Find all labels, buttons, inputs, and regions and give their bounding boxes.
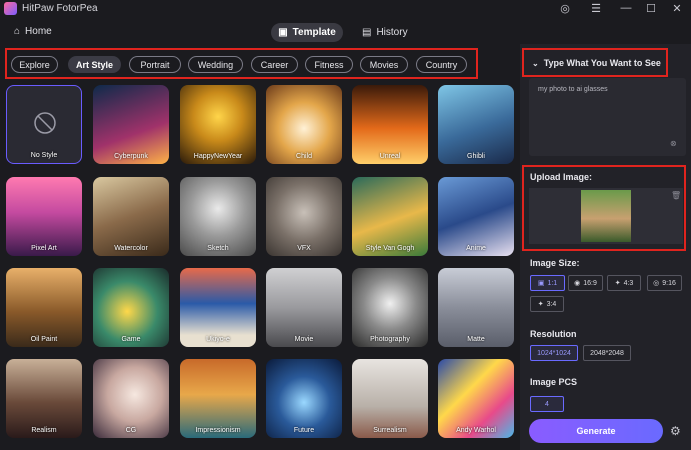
- tab-history[interactable]: ▤ History: [362, 23, 412, 42]
- size-4-3-button[interactable]: ✦ 4:3: [607, 275, 641, 291]
- category-movies[interactable]: Movies: [360, 56, 408, 73]
- style-tile-anime[interactable]: Anime: [438, 177, 514, 256]
- instagram-icon: ◎: [653, 280, 660, 287]
- settings-gear-icon[interactable]: ⚙: [670, 424, 681, 438]
- category-explore[interactable]: Explore: [11, 56, 58, 73]
- app-logo-icon: [4, 2, 17, 15]
- chevron-down-icon: ⌄: [532, 58, 539, 68]
- style-tile-watercolor[interactable]: Watercolor: [93, 177, 169, 256]
- style-tile-cyberpunk[interactable]: Cyberpunk: [93, 85, 169, 164]
- account-icon[interactable]: ◎: [558, 2, 572, 15]
- style-tile-pixel-art[interactable]: Pixel Art: [6, 177, 82, 256]
- upload-area[interactable]: 🗑: [529, 188, 683, 244]
- image-size-title: Image Size:: [530, 258, 580, 268]
- style-tile-style-van-gogh[interactable]: Style Van Gogh: [352, 177, 428, 256]
- category-wedding[interactable]: Wedding: [188, 56, 243, 73]
- size-3-4-button[interactable]: ✦ 3:4: [530, 296, 564, 312]
- prompt-text: my photo to ai glasses: [538, 86, 608, 93]
- style-tile-happynewyear[interactable]: HappyNewYear: [180, 85, 256, 164]
- style-tile-vfx[interactable]: VFX: [266, 177, 342, 256]
- upload-title: Upload Image:: [530, 172, 593, 182]
- style-tile-movie[interactable]: Movie: [266, 268, 342, 347]
- resolution-2048-button[interactable]: 2048*2048: [583, 345, 631, 361]
- style-tile-surrealism[interactable]: Surrealism: [352, 359, 428, 438]
- style-tile-matte[interactable]: Matte: [438, 268, 514, 347]
- category-portrait[interactable]: Portrait: [129, 56, 181, 73]
- maximize-icon[interactable]: ☐: [644, 2, 658, 15]
- prompt-header[interactable]: ⌄ Type What You Want to See: [532, 58, 661, 68]
- size-16-9-button[interactable]: ◉ 16:9: [568, 275, 603, 291]
- twitter-icon: ✦: [537, 301, 544, 308]
- prompt-input[interactable]: my photo to ai glasses ⊗: [529, 78, 686, 156]
- style-tile-no-style[interactable]: No Style: [6, 85, 82, 164]
- clear-icon[interactable]: ⊗: [670, 139, 677, 148]
- history-icon: ▤: [362, 27, 372, 38]
- style-tile-game[interactable]: Game: [93, 268, 169, 347]
- image-pcs-title: Image PCS: [530, 377, 578, 387]
- home-icon: ⌂: [14, 26, 21, 37]
- menu-icon[interactable]: ☰: [589, 2, 603, 15]
- size-1-1-button[interactable]: ▣ 1:1: [530, 275, 565, 291]
- category-country[interactable]: Country: [416, 56, 467, 73]
- resolution-1024-button[interactable]: 1024*1024: [530, 345, 578, 361]
- style-tile-future[interactable]: Future: [266, 359, 342, 438]
- size-9-16-button[interactable]: ◎ 9:16: [647, 275, 682, 291]
- style-tile-andy-warhol[interactable]: Andy Warhol: [438, 359, 514, 438]
- style-tile-sketch[interactable]: Sketch: [180, 177, 256, 256]
- style-tile-cg[interactable]: CG: [93, 359, 169, 438]
- style-tile-ukiyo-e[interactable]: Ukiyo-e: [180, 268, 256, 347]
- style-tile-impressionism[interactable]: Impressionism: [180, 359, 256, 438]
- style-tile-oil-paint[interactable]: Oil Paint: [6, 268, 82, 347]
- resolution-title: Resolution: [530, 329, 577, 339]
- title-bar: [0, 0, 691, 18]
- home-button[interactable]: ⌂ Home: [14, 26, 52, 37]
- delete-icon[interactable]: 🗑: [671, 191, 681, 200]
- category-career[interactable]: Career: [251, 56, 298, 73]
- tab-template[interactable]: ▣ Template: [271, 23, 343, 42]
- minimize-icon[interactable]: —: [619, 2, 633, 14]
- generate-button[interactable]: Generate: [529, 419, 663, 443]
- image-pcs-value[interactable]: 4: [530, 396, 564, 412]
- style-tile-ghibli[interactable]: Ghibli: [438, 85, 514, 164]
- twitter-icon: ✦: [614, 280, 621, 287]
- video-icon: ◉: [574, 280, 581, 287]
- style-tile-realism[interactable]: Realism: [6, 359, 82, 438]
- style-tile-photography[interactable]: Photography: [352, 268, 428, 347]
- app-title: HitPaw FotorPea: [22, 3, 98, 14]
- category-art-style[interactable]: Art Style: [68, 56, 121, 73]
- close-icon[interactable]: ✕: [670, 2, 684, 15]
- category-fitness[interactable]: Fitness: [305, 56, 353, 73]
- template-icon: ▣: [278, 27, 288, 38]
- square-icon: ▣: [537, 280, 545, 287]
- style-tile-child[interactable]: Child: [266, 85, 342, 164]
- uploaded-image-thumbnail: [581, 190, 631, 242]
- style-tile-unreal[interactable]: Unreal: [352, 85, 428, 164]
